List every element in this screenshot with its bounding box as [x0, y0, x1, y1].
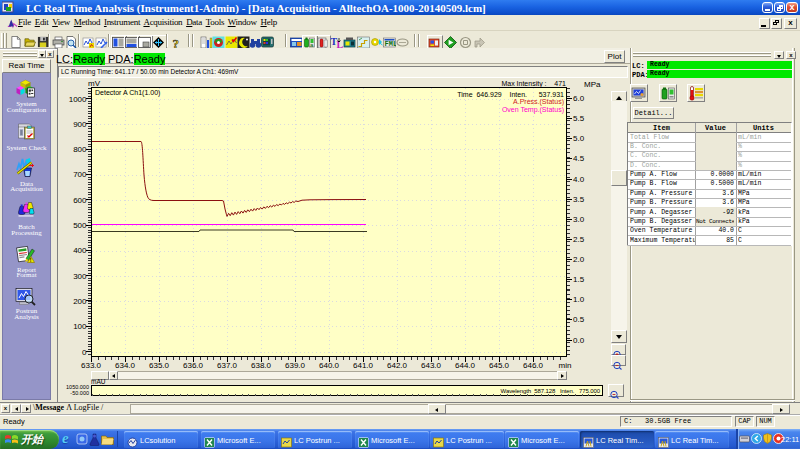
svg-text:FML: FML: [385, 40, 397, 48]
